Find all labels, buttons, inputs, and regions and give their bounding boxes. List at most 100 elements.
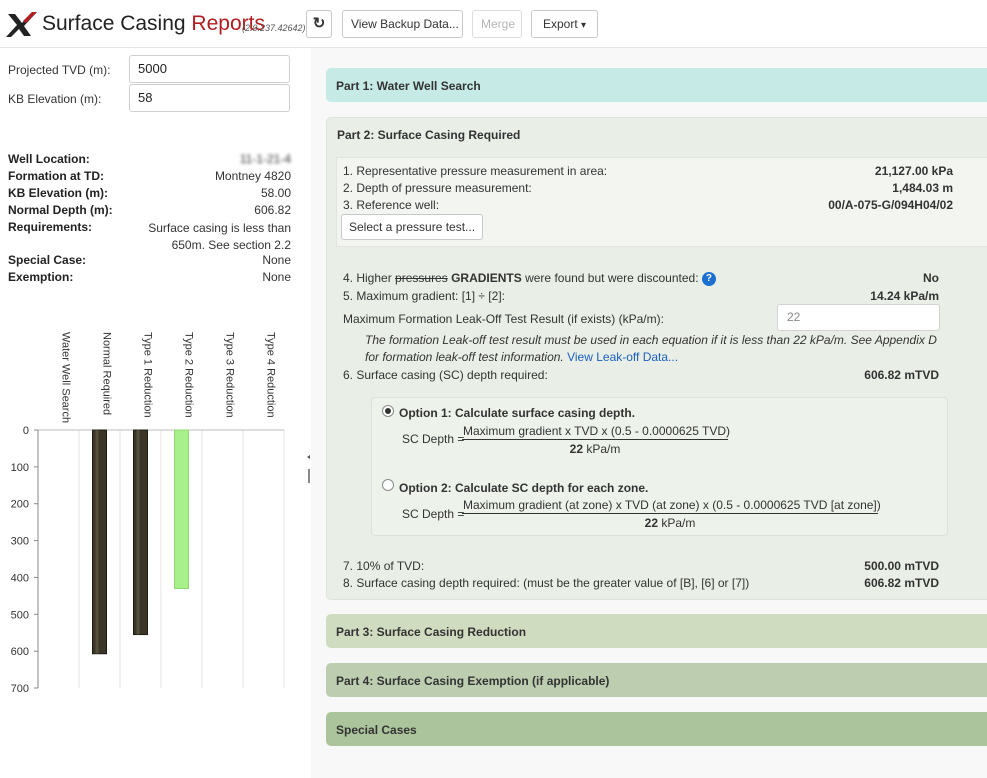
requirements-value: Surface casing is less than 650m. See sec… bbox=[148, 220, 291, 254]
chart-category-label: Type 1 Reduction bbox=[142, 332, 154, 418]
special-case-value: None bbox=[262, 253, 291, 267]
pressure-depth-value: 1,484.03 m bbox=[892, 181, 953, 195]
projected-tvd-label: Projected TVD (m): bbox=[8, 63, 111, 77]
gradients-struck-word: pressures bbox=[395, 271, 448, 285]
refresh-button[interactable]: ↻ bbox=[306, 10, 332, 38]
chart-category-label: Type 3 Reduction bbox=[224, 332, 236, 418]
view-backup-data-button[interactable]: View Backup Data... bbox=[342, 10, 463, 38]
chart-category-label: Type 2 Reduction bbox=[183, 332, 195, 418]
section-title: Part 3: Surface Casing Reduction bbox=[336, 625, 527, 639]
reference-well-label: 3. Reference well: bbox=[343, 198, 440, 212]
option1-radio[interactable] bbox=[382, 405, 394, 417]
option2-radio[interactable] bbox=[382, 479, 394, 491]
chevron-down-icon: ▾ bbox=[581, 20, 587, 31]
ten-percent-tvd-value: 500.00 mTVD bbox=[864, 559, 939, 573]
chart-bar bbox=[174, 429, 189, 589]
option1-formula: Maximum gradient x TVD x (0.5 - 0.000062… bbox=[462, 424, 730, 456]
maximum-gradient-label: 5. Maximum gradient: [1] ÷ [2]: bbox=[343, 289, 505, 303]
option2-numerator: Maximum gradient (at zone) x TVD (at zon… bbox=[462, 498, 881, 514]
maximum-gradient-value: 14.24 kPa/m bbox=[870, 289, 939, 303]
chart-y-tick-label: 100 bbox=[11, 462, 29, 474]
export-button[interactable]: Export ▾ bbox=[531, 10, 598, 38]
app-logo-icon bbox=[6, 12, 37, 37]
requirements-line-2: 650m. See section 2.2 bbox=[171, 238, 291, 252]
option2-formula-lhs: SC Depth = bbox=[402, 507, 465, 521]
chart-category-label: Water Well Search bbox=[60, 332, 72, 423]
kb-elevation-info-value: 58.00 bbox=[260, 186, 291, 200]
chart-y-tick-label: 0 bbox=[23, 425, 29, 437]
final-casing-depth-value: 606.82 mTVD bbox=[864, 576, 939, 590]
chart-bar bbox=[92, 429, 107, 655]
kb-elevation-info-label: KB Elevation (m): bbox=[8, 186, 109, 200]
requirements-label: Requirements: bbox=[8, 220, 93, 234]
chart-y-tick-label: 500 bbox=[11, 609, 29, 621]
leakoff-note: The formation Leak-off test result must … bbox=[365, 332, 940, 366]
select-pressure-test-button[interactable]: Select a pressure test... bbox=[341, 214, 484, 240]
ten-percent-tvd-label: 7. 10% of TVD: bbox=[343, 559, 425, 573]
section-special-cases[interactable]: Special Cases bbox=[326, 712, 987, 746]
option1-numerator: Maximum gradient x TVD x (0.5 - 0.000062… bbox=[462, 424, 730, 440]
option2-den-number: 22 bbox=[644, 516, 658, 530]
section-water-well-search[interactable]: Part 1: Water Well Search bbox=[326, 68, 987, 102]
reference-well-value: 00/A-075-G/094H04/02 bbox=[828, 198, 953, 212]
section-title: Part 4: Surface Casing Exemption (if app… bbox=[336, 674, 610, 688]
option2-denominator: 22 kPa/m bbox=[462, 514, 878, 530]
app-title-main: Surface Casing bbox=[42, 12, 186, 35]
chart-bar-highlight bbox=[95, 430, 99, 654]
special-case-label: Special Case: bbox=[8, 253, 87, 267]
option2-den-unit: kPa/m bbox=[661, 516, 696, 530]
final-casing-depth-label: 8. Surface casing depth required: (must … bbox=[343, 576, 750, 590]
option1-denominator: 22 kPa/m bbox=[462, 440, 728, 456]
gradients-discounted-label: 4. Higher pressures GRADIENTS were found… bbox=[343, 271, 716, 286]
option1-label[interactable]: Option 1: Calculate surface casing depth… bbox=[399, 406, 635, 420]
chart-y-tick-label: 600 bbox=[11, 646, 29, 658]
chart-y-tick-label: 700 bbox=[11, 683, 29, 695]
chart-y-tick-label: 400 bbox=[11, 572, 29, 584]
option1-formula-lhs: SC Depth = bbox=[402, 432, 465, 446]
chart-y-tick-label: 200 bbox=[11, 499, 29, 511]
formation-value: Montney 4820 bbox=[214, 169, 291, 183]
requirements-row: Requirements: Surface casing is less tha… bbox=[8, 220, 291, 254]
leakoff-test-input[interactable]: 22 bbox=[777, 304, 940, 331]
panel-resize-handle[interactable] bbox=[307, 455, 310, 485]
help-icon[interactable]: ? bbox=[701, 272, 716, 286]
normal-depth-value: 606.82 bbox=[254, 203, 291, 217]
gradients-discounted-value: No bbox=[923, 271, 939, 285]
pressure-measurement-value: 21,127.00 kPa bbox=[874, 164, 953, 178]
exemption-label: Exemption: bbox=[8, 270, 74, 284]
section-title: Part 1: Water Well Search bbox=[336, 79, 481, 93]
exemption-value: None bbox=[262, 270, 291, 284]
gradients-suffix: were found but were discounted: bbox=[525, 271, 699, 285]
pressure-depth-label: 2. Depth of pressure measurement: bbox=[343, 181, 532, 195]
app-title: Surface Casing Reports bbox=[42, 12, 265, 36]
option1-den-unit: kPa/m bbox=[586, 442, 621, 456]
app-version: (2.9.237.42642) bbox=[242, 23, 306, 33]
view-leakoff-data-link[interactable]: View Leak-off Data... bbox=[567, 350, 678, 364]
merge-button[interactable]: Merge bbox=[472, 10, 522, 38]
leakoff-test-label: Maximum Formation Leak-Off Test Result (… bbox=[343, 312, 664, 326]
section-title[interactable]: Part 2: Surface Casing Required bbox=[337, 128, 520, 142]
normal-depth-label: Normal Depth (m): bbox=[8, 203, 113, 217]
chart-bar bbox=[133, 429, 148, 636]
requirements-line-1: Surface casing is less than bbox=[148, 221, 291, 235]
sc-depth-required-label: 6. Surface casing (SC) depth required: bbox=[343, 368, 548, 382]
pressure-measurement-label: 1. Representative pressure measurement i… bbox=[343, 164, 608, 178]
casing-depth-chart: 0 100 200 300 400 500 600 700 Water Well Search N… bbox=[11, 332, 285, 695]
section-title: Special Cases bbox=[336, 723, 417, 737]
refresh-icon: ↻ bbox=[312, 15, 326, 32]
sc-depth-required-value: 606.82 mTVD bbox=[864, 368, 939, 382]
option1-den-number: 22 bbox=[569, 442, 583, 456]
kb-elevation-input[interactable]: 58 bbox=[129, 84, 290, 112]
chart-bar-highlight bbox=[136, 430, 140, 635]
well-location-label: Well Location: bbox=[8, 152, 90, 166]
formation-label: Formation at TD: bbox=[8, 169, 104, 183]
section-surface-casing-reduction[interactable]: Part 3: Surface Casing Reduction bbox=[326, 614, 987, 648]
gradients-prefix: 4. Higher bbox=[343, 271, 392, 285]
kb-elevation-label: KB Elevation (m): bbox=[8, 92, 102, 106]
projected-tvd-input[interactable]: 5000 bbox=[129, 55, 290, 83]
option2-formula: Maximum gradient (at zone) x TVD (at zon… bbox=[462, 498, 881, 530]
section-surface-casing-exemption[interactable]: Part 4: Surface Casing Exemption (if app… bbox=[326, 663, 987, 697]
gradients-bold-word: GRADIENTS bbox=[451, 271, 522, 285]
option2-label[interactable]: Option 2: Calculate SC depth for each zo… bbox=[399, 481, 648, 495]
app-header: Surface Casing Reports (2.9.237.42642) ↻… bbox=[0, 0, 987, 48]
